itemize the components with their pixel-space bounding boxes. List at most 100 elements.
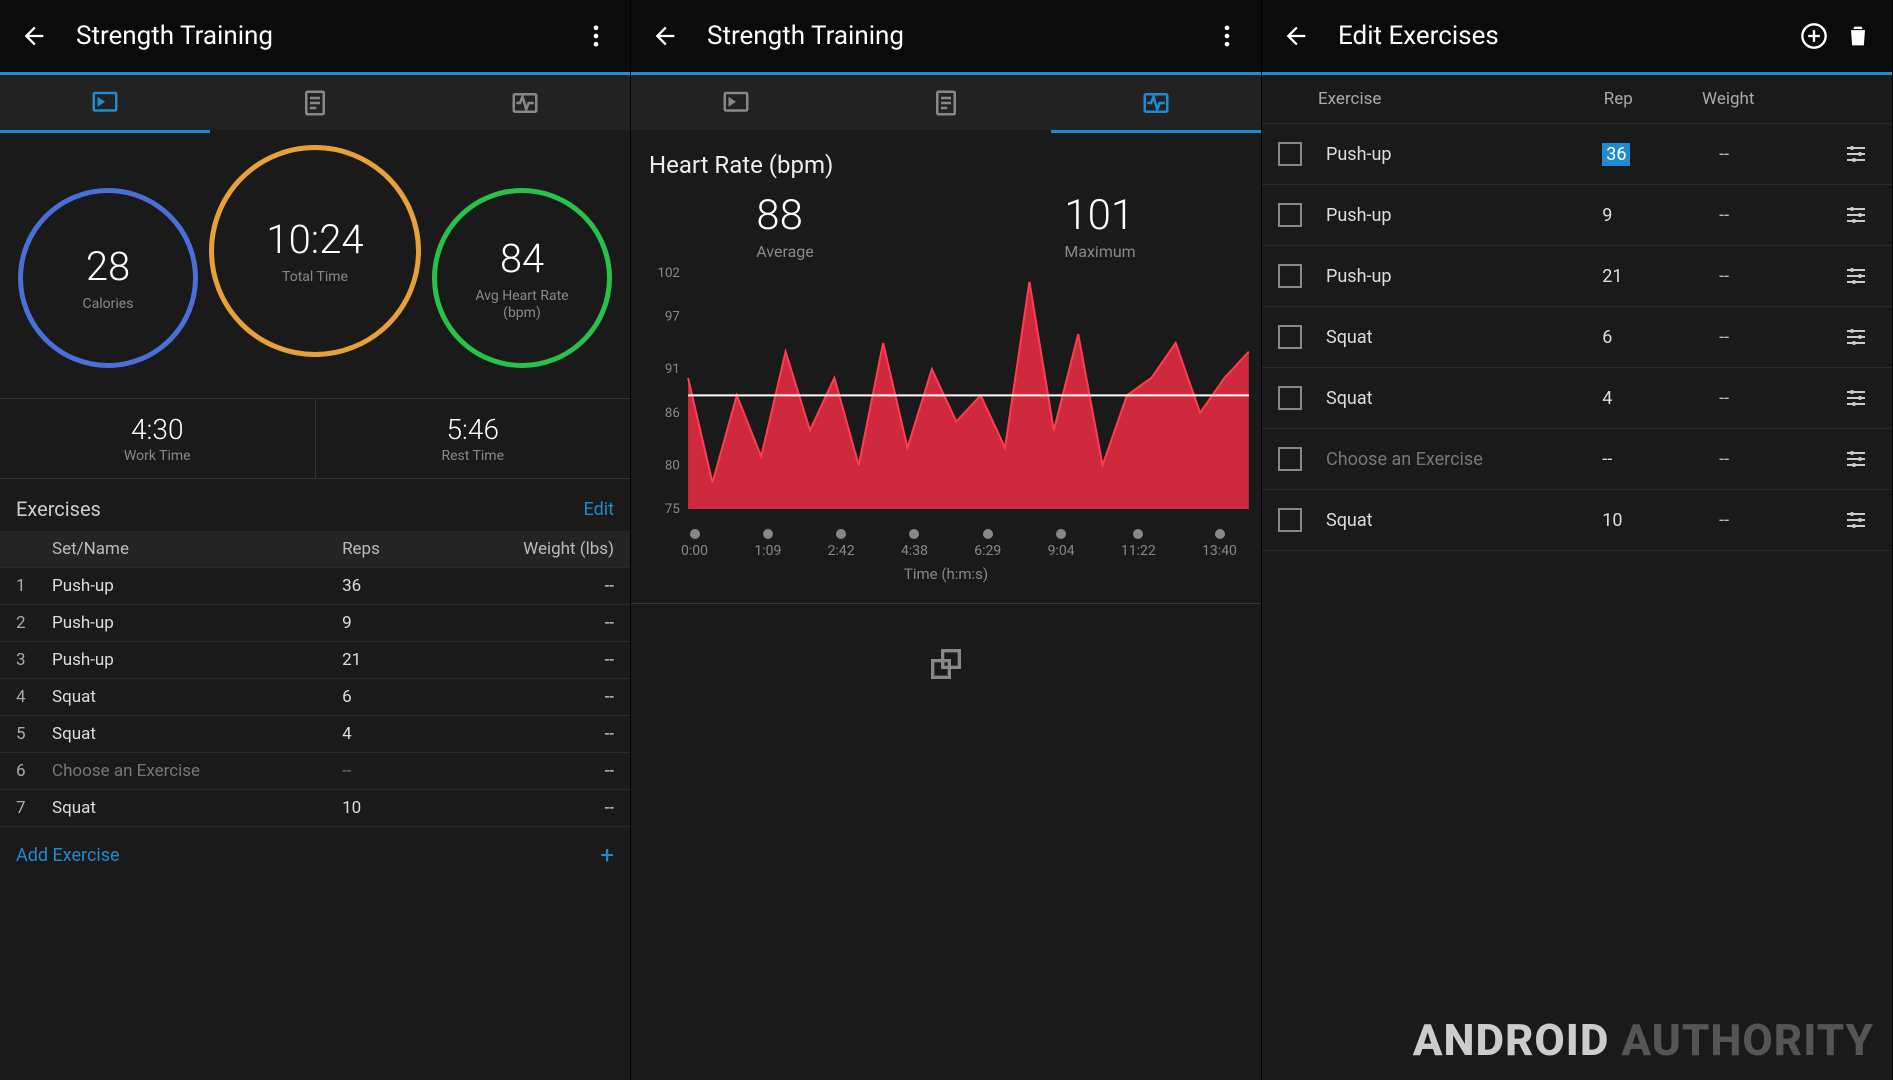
weight-value: -- [451,724,614,744]
exercise-name: Push-up [52,613,342,633]
checkbox[interactable] [1278,142,1302,166]
tab-heartrate[interactable] [420,75,630,130]
heartrate-panel: Strength Training Heart Rate (bpm) 88 Av… [631,0,1262,1080]
avghr-ring: 84 Avg Heart Rate (bpm) [432,188,612,368]
list-item: Squat 6 -- [1262,307,1892,368]
hr-stats: 88 Average 101 Maximum [631,185,1261,265]
page-title: Edit Exercises [1338,21,1792,51]
edit-exercises-panel: Edit Exercises Exercise Rep Weight Push-… [1262,0,1893,1080]
exercise-name: Squat [52,687,342,707]
weight-field[interactable]: -- [1719,327,1836,348]
exercise-name[interactable]: Push-up [1326,144,1602,165]
watermark: ANDROID AUTHORITY [1413,1014,1874,1066]
settings-icon[interactable] [1836,325,1876,349]
reps-value: 36 [342,576,451,596]
exercises-heading: Exercises [16,497,584,521]
exercise-name: Choose an Exercise [52,761,342,781]
exercise-name[interactable]: Choose an Exercise [1326,449,1602,470]
avghr-value: 84 [500,235,544,282]
checkbox[interactable] [1278,264,1302,288]
hr-chart: 1029791868075 [631,265,1261,525]
table-row[interactable]: 5 Squat 4 -- [0,716,630,753]
rep-field[interactable]: 4 [1602,388,1719,409]
add-exercise-button[interactable]: Add Exercise + [0,827,630,883]
reps-value: 4 [342,724,451,744]
add-icon[interactable] [1792,14,1836,58]
tab-heartrate[interactable] [1051,75,1261,130]
list-item: Squat 4 -- [1262,368,1892,429]
weight-field[interactable]: -- [1719,449,1836,470]
settings-icon[interactable] [1836,508,1876,532]
reps-value: 9 [342,613,451,633]
rep-field[interactable]: -- [1602,449,1719,470]
rep-field[interactable]: 10 [1602,510,1719,531]
exercise-name[interactable]: Squat [1326,388,1602,409]
rep-field[interactable]: 9 [1602,205,1719,226]
settings-icon[interactable] [1836,142,1876,166]
weight-field[interactable]: -- [1719,266,1836,287]
avghr-label: Avg Heart Rate (bpm) [475,288,568,322]
table-row[interactable]: 7 Squat 10 -- [0,790,630,827]
table-row[interactable]: 6 Choose an Exercise -- -- [0,753,630,790]
exercise-name[interactable]: Squat [1326,327,1602,348]
tab-summary[interactable] [0,75,210,130]
page-title: Strength Training [707,21,1205,51]
exercise-table-header: Set/Name Reps Weight (lbs) [0,531,630,568]
exercise-name[interactable]: Push-up [1326,266,1602,287]
summary-panel: Strength Training 28 Calories 10:24 Tota… [0,0,631,1080]
checkbox[interactable] [1278,386,1302,410]
hr-avg-value: 88 [756,191,813,240]
more-icon[interactable] [574,14,618,58]
calories-label: Calories [83,296,134,313]
time-split: 4:30 Work Time 5:46 Rest Time [0,398,630,479]
settings-icon[interactable] [1836,264,1876,288]
hr-avg-label: Average [756,242,813,261]
more-icon[interactable] [1205,14,1249,58]
checkbox[interactable] [1278,203,1302,227]
svg-text:75: 75 [665,502,680,517]
rep-field[interactable]: 36 [1602,144,1719,165]
trash-icon[interactable] [1836,14,1880,58]
hr-title: Heart Rate (bpm) [649,151,1243,179]
weight-value: -- [451,650,614,670]
exercise-name[interactable]: Squat [1326,510,1602,531]
svg-text:86: 86 [665,406,680,421]
tab-summary[interactable] [631,75,841,130]
list-item: Choose an Exercise -- -- [1262,429,1892,490]
weight-field[interactable]: -- [1719,144,1836,165]
table-row[interactable]: 4 Squat 6 -- [0,679,630,716]
x-axis-label: Time (h:m:s) [631,565,1261,583]
edit-link[interactable]: Edit [584,499,614,520]
weight-field[interactable]: -- [1719,510,1836,531]
svg-text:97: 97 [665,310,680,325]
settings-icon[interactable] [1836,386,1876,410]
tab-notes[interactable] [210,75,420,130]
back-icon[interactable] [643,14,687,58]
rep-field[interactable]: 6 [1602,327,1719,348]
checkbox[interactable] [1278,325,1302,349]
edit-table-header: Exercise Rep Weight [1262,75,1892,124]
table-row[interactable]: 2 Push-up 9 -- [0,605,630,642]
svg-text:102: 102 [657,266,679,281]
checkbox[interactable] [1278,508,1302,532]
stat-rings: 28 Calories 10:24 Total Time 84 Avg Hear… [0,133,630,398]
plus-icon: + [600,841,614,869]
table-row[interactable]: 1 Push-up 36 -- [0,568,630,605]
settings-icon[interactable] [1836,447,1876,471]
weight-field[interactable]: -- [1719,388,1836,409]
reps-value: 21 [342,650,451,670]
back-icon[interactable] [12,14,56,58]
weight-field[interactable]: -- [1719,205,1836,226]
share-icon[interactable] [631,604,1261,724]
weight-value: -- [451,613,614,633]
totaltime-ring: 10:24 Total Time [209,145,421,357]
back-icon[interactable] [1274,14,1318,58]
table-row[interactable]: 3 Push-up 21 -- [0,642,630,679]
exercise-name[interactable]: Push-up [1326,205,1602,226]
tab-notes[interactable] [841,75,1051,130]
exercise-name: Squat [52,798,342,818]
checkbox[interactable] [1278,447,1302,471]
rep-field[interactable]: 21 [1602,266,1719,287]
settings-icon[interactable] [1836,203,1876,227]
worktime-value: 4:30 [0,413,315,446]
